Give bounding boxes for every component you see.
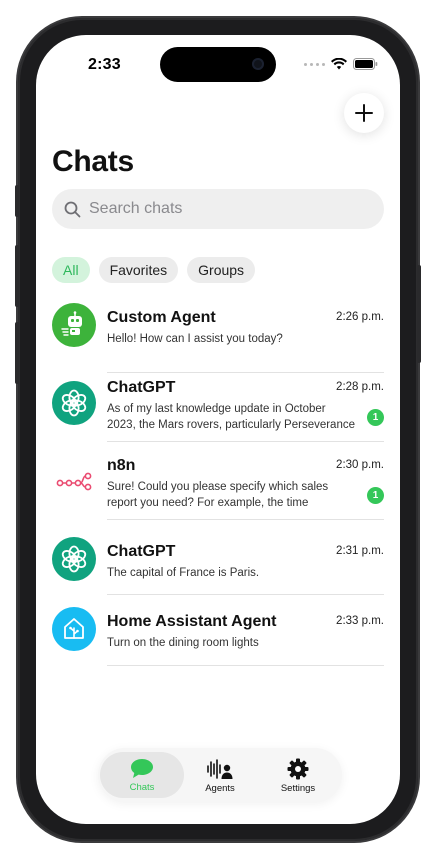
volume-up-button (15, 245, 19, 307)
chat-time: 2:28 p.m. (336, 381, 384, 393)
search-input[interactable]: Search chats (52, 189, 384, 229)
avatar (52, 381, 96, 425)
chat-time: 2:30 p.m. (336, 459, 384, 471)
chat-time: 2:26 p.m. (336, 311, 384, 323)
silent-switch (15, 185, 19, 217)
chat-row-home-assistant-agent[interactable]: Home Assistant Agent 2:33 p.m. Turn on t… (52, 607, 384, 677)
openai-icon (61, 545, 87, 573)
unread-badge: 1 (367, 487, 384, 504)
avatar (52, 303, 96, 347)
power-button (417, 265, 421, 363)
n8n-icon (56, 472, 92, 491)
chat-bubble-icon (131, 759, 153, 778)
agents-icon (207, 759, 233, 779)
chat-row-n8n[interactable]: n8n 2:30 p.m. Sure! Could you please spe… (52, 457, 384, 529)
robot-icon (61, 311, 82, 336)
tab-settings[interactable]: Settings (256, 752, 340, 798)
filter-favorites-chip[interactable]: Favorites (98, 257, 179, 283)
plus-icon (355, 104, 373, 122)
divider (107, 372, 384, 373)
chat-row-chatgpt-2[interactable]: ChatGPT 2:31 p.m. The capital of France … (52, 537, 384, 607)
page-title: Chats (52, 145, 134, 178)
avatar (52, 537, 96, 581)
avatar (52, 607, 96, 651)
app-screen: 2:33 Chats Search chats All Favorites Gr… (36, 35, 400, 824)
search-icon (64, 201, 81, 217)
divider (107, 519, 384, 520)
wifi-icon (331, 58, 347, 70)
gear-icon (287, 758, 309, 780)
filter-groups-chip[interactable]: Groups (187, 257, 256, 283)
unread-badge: 1 (367, 409, 384, 426)
chat-preview: Turn on the dining room lights (107, 637, 259, 649)
tab-chats[interactable]: Chats (100, 752, 184, 798)
filter-all-chip[interactable]: All (52, 257, 90, 283)
tab-bar: Chats Agents Settings (98, 748, 342, 802)
tab-label: Agents (205, 783, 235, 794)
chat-preview: As of my last knowledge update in Octobe… (107, 403, 355, 431)
tab-label: Settings (280, 783, 316, 794)
chat-preview: Hello! How can I assist you today? (107, 333, 283, 345)
tab-agents[interactable]: Agents (178, 752, 262, 798)
battery-icon (353, 58, 378, 70)
tab-label: Chats (129, 782, 155, 793)
openai-icon (61, 389, 87, 417)
status-icons (304, 58, 378, 70)
divider (107, 441, 384, 442)
divider (107, 594, 384, 595)
chat-preview: Sure! Could you please specify which sal… (107, 481, 329, 509)
divider (107, 665, 384, 666)
chat-time: 2:31 p.m. (336, 545, 384, 557)
search-placeholder: Search chats (89, 200, 183, 217)
filter-chips: All Favorites Groups (52, 257, 256, 283)
new-chat-button[interactable] (344, 93, 384, 133)
camera-icon (252, 58, 264, 70)
dynamic-island (160, 47, 276, 82)
chat-time: 2:33 p.m. (336, 615, 384, 627)
avatar (52, 459, 96, 503)
chat-preview: The capital of France is Paris. (107, 567, 260, 579)
chat-row-chatgpt[interactable]: ChatGPT 2:28 p.m. As of my last knowledg… (52, 379, 384, 451)
chat-row-custom-agent[interactable]: Custom Agent 2:26 p.m. Hello! How can I … (52, 303, 384, 373)
cellular-signal-icon (304, 62, 325, 66)
home-assistant-icon (64, 618, 84, 639)
status-time: 2:33 (88, 56, 121, 73)
volume-down-button (15, 322, 19, 384)
